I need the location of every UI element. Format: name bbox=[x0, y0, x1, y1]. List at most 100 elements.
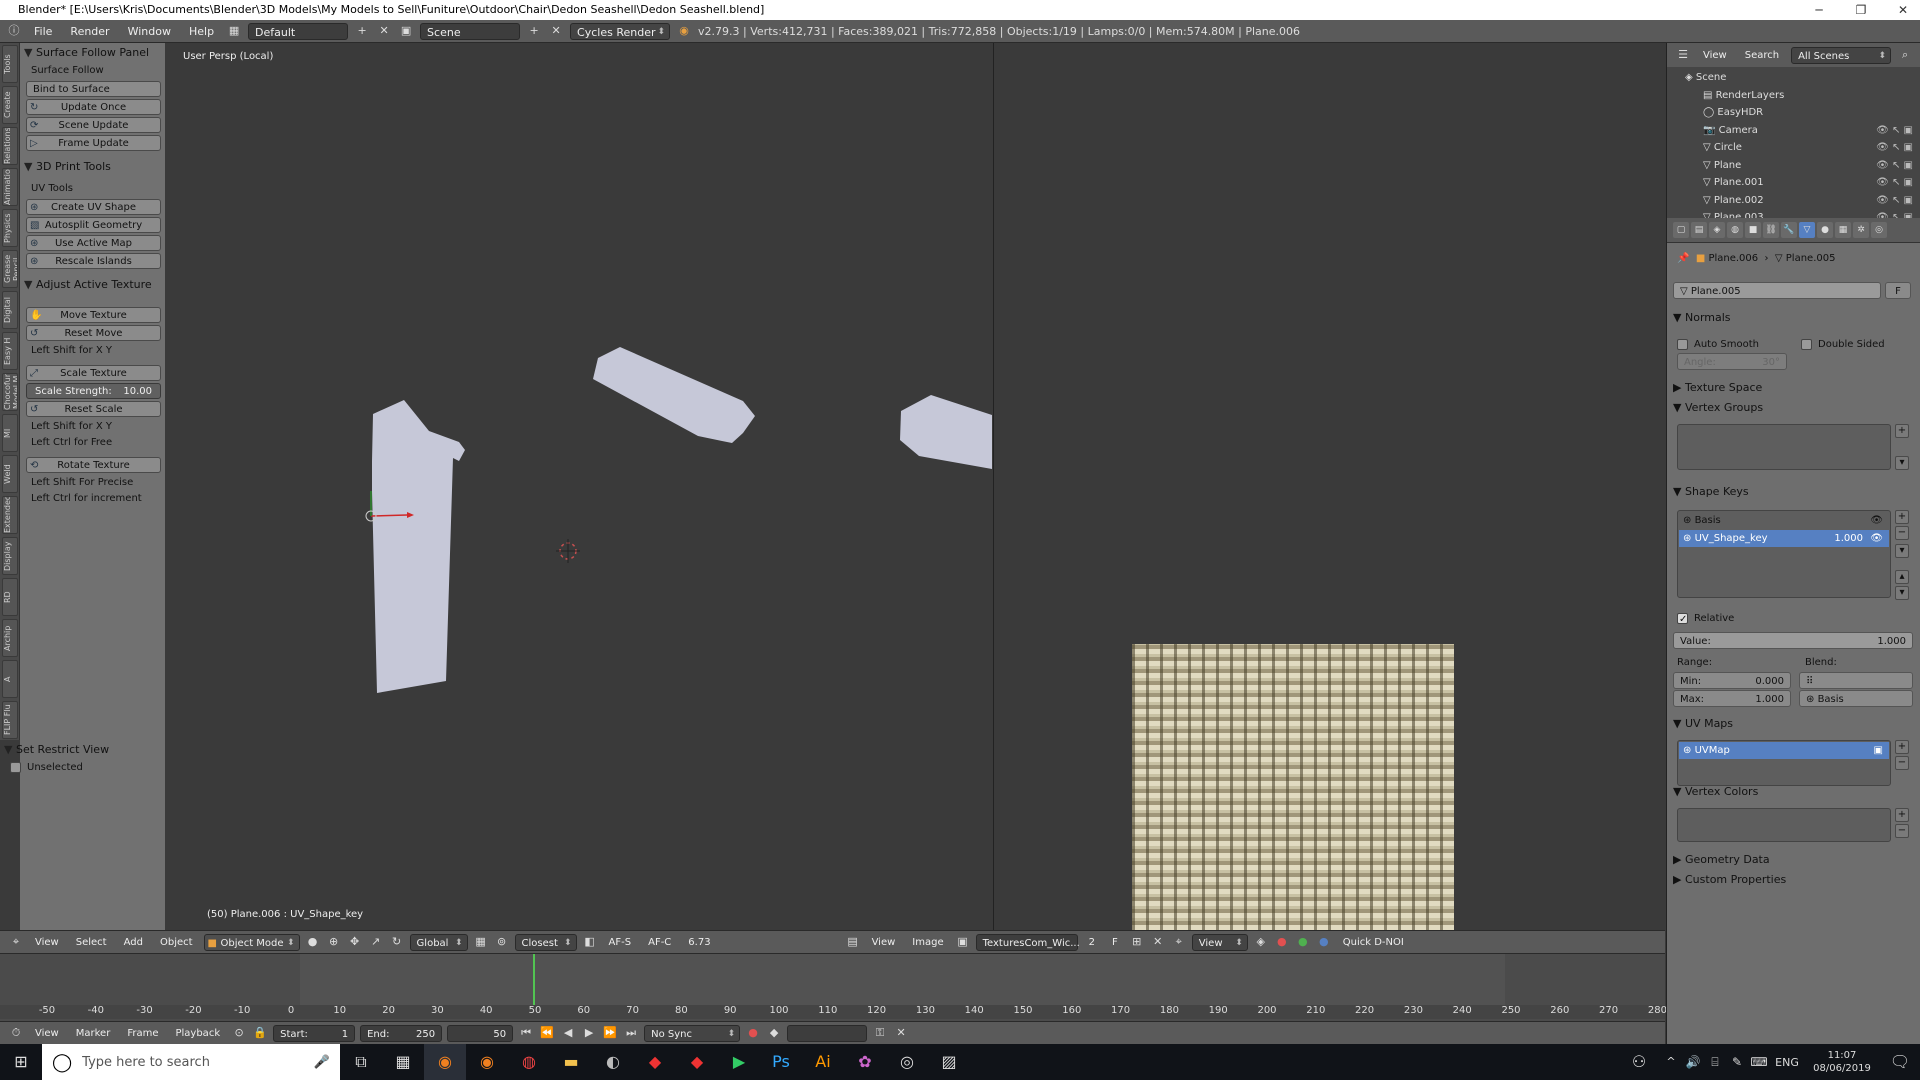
photoshop-app-icon[interactable]: Ps bbox=[760, 1044, 802, 1080]
timeline-menu-view[interactable]: View bbox=[29, 1025, 65, 1042]
breadcrumb-mesh[interactable]: Plane.005 bbox=[1786, 253, 1836, 264]
tab-display[interactable]: Display bbox=[2, 537, 18, 575]
modifiers-tab-icon[interactable]: 🔧 bbox=[1781, 222, 1797, 238]
tab-rd[interactable]: RD bbox=[2, 578, 18, 616]
vertex-groups-header[interactable]: ▼ Vertex Groups bbox=[1673, 400, 1763, 416]
eye-icon[interactable]: 👁 bbox=[1870, 512, 1883, 529]
current-frame-line[interactable] bbox=[533, 954, 535, 1006]
relative-key-field[interactable]: ⊛ Basis bbox=[1799, 690, 1913, 707]
tab-easy-h[interactable]: Easy H bbox=[2, 332, 18, 370]
insert-key-icon[interactable]: ⚿ bbox=[872, 1025, 888, 1041]
tab-flip-flu[interactable]: FLIP Flu bbox=[2, 701, 18, 739]
texture-tab-icon[interactable]: ▦ bbox=[1835, 222, 1851, 238]
view-mode-select[interactable]: View bbox=[1191, 933, 1248, 952]
outliner-menu-view[interactable]: View bbox=[1697, 47, 1733, 64]
keyboard-icon[interactable]: ⌨ bbox=[1748, 1044, 1770, 1080]
file-explorer-app-icon[interactable]: ▬ bbox=[550, 1044, 592, 1080]
image-menu-image[interactable]: Image bbox=[906, 934, 949, 951]
menu-object[interactable]: Object bbox=[154, 934, 199, 951]
render-engine-select[interactable]: Cycles Render bbox=[570, 22, 671, 41]
jump-start-icon[interactable]: ⏮ bbox=[518, 1025, 534, 1041]
visibility-icons[interactable]: 👁 ↖ ▣ bbox=[1876, 192, 1913, 209]
scene-update-button[interactable]: ⟳ Scene Update bbox=[26, 117, 161, 133]
checkbox[interactable] bbox=[10, 761, 21, 773]
layout-grid-icon[interactable]: ▦ bbox=[226, 23, 242, 39]
geometry-data-header[interactable]: ▶ Geometry Data bbox=[1673, 852, 1770, 868]
pin-icon[interactable]: 📌 bbox=[1677, 253, 1689, 264]
rotate-texture-button[interactable]: ⟲ Rotate Texture bbox=[26, 457, 161, 473]
pin-icon[interactable]: ⌖ bbox=[1171, 934, 1187, 950]
translate-icon[interactable]: ↗ bbox=[368, 934, 384, 950]
mode-select[interactable]: ■ Object Mode bbox=[203, 933, 300, 952]
minimize-icon[interactable]: ─ bbox=[1804, 0, 1834, 20]
vertex-group-menu-icon[interactable]: ▾ bbox=[1895, 456, 1909, 470]
image-name-field[interactable]: TexturesCom_Wic... bbox=[975, 933, 1080, 951]
visibility-icons[interactable]: 👁 ↖ ▣ bbox=[1876, 139, 1913, 156]
shape-key-basis[interactable]: ⊛ Basis 👁 bbox=[1679, 512, 1889, 529]
tab-tools[interactable]: Tools bbox=[2, 45, 18, 83]
volume-icon[interactable]: 🔊 bbox=[1682, 1044, 1704, 1080]
layers-icon[interactable]: ▦ bbox=[473, 934, 489, 950]
tab-digital[interactable]: Digital bbox=[2, 291, 18, 329]
reset-move-button[interactable]: ↺ Reset Move bbox=[26, 325, 161, 341]
image-browse-icon[interactable]: ▣ bbox=[955, 934, 971, 950]
search-icon[interactable]: ⌕ bbox=[1897, 47, 1913, 63]
shape-key-menu-icon[interactable]: ▾ bbox=[1895, 544, 1909, 558]
unselected-toggle[interactable]: Unselected bbox=[0, 760, 166, 776]
vertex-groups-list[interactable] bbox=[1677, 424, 1891, 470]
clock[interactable]: 11:07 08/06/2019 bbox=[1804, 1049, 1880, 1075]
material-tab-icon[interactable]: ● bbox=[1817, 222, 1833, 238]
timeline-menu-frame[interactable]: Frame bbox=[121, 1025, 164, 1042]
update-once-button[interactable]: ↻ Update Once bbox=[26, 99, 161, 115]
tab-extended[interactable]: Extended bbox=[2, 496, 18, 534]
print3d-panel-header[interactable]: ▼ 3D Print Tools bbox=[20, 157, 165, 177]
uv-map-item[interactable]: ⊛ UVMap ▣ bbox=[1679, 742, 1889, 759]
autosplit-geometry-button[interactable]: ▧ Autosplit Geometry bbox=[26, 217, 161, 233]
prev-key-icon[interactable]: ⏪ bbox=[539, 1025, 555, 1041]
outliner-item[interactable]: ▽ Plane 👁 ↖ ▣ bbox=[1667, 157, 1920, 174]
taskbar-search[interactable]: ◯ Type here to search 🎤 bbox=[42, 1044, 340, 1080]
reset-scale-button[interactable]: ↺ Reset Scale bbox=[26, 401, 161, 417]
display-mode-select[interactable]: All Scenes bbox=[1791, 46, 1892, 65]
menu-view[interactable]: View bbox=[29, 934, 65, 951]
lock-icon[interactable]: 🔒 bbox=[252, 1025, 268, 1041]
play-store-app-icon[interactable]: ▶ bbox=[718, 1044, 760, 1080]
use-active-map-button[interactable]: ⊛ Use Active Map bbox=[26, 235, 161, 251]
outliner-item[interactable]: ▤ RenderLayers bbox=[1667, 87, 1920, 104]
remove-uv-map-icon[interactable]: − bbox=[1895, 756, 1909, 770]
channel-green-icon[interactable]: ● bbox=[1295, 934, 1311, 950]
add-scene-icon[interactable]: + bbox=[526, 23, 542, 39]
app-icon-6[interactable]: ◐ bbox=[592, 1044, 634, 1080]
app-icon-8[interactable]: ◆ bbox=[676, 1044, 718, 1080]
fake-user-toggle[interactable]: F bbox=[1885, 282, 1911, 299]
scene-icon[interactable]: ▣ bbox=[398, 23, 414, 39]
pen-icon[interactable]: ✎ bbox=[1726, 1044, 1748, 1080]
scene-field[interactable]: Scene bbox=[420, 22, 521, 40]
image-menu-view[interactable]: View bbox=[866, 934, 902, 951]
move-down-icon[interactable]: ▾ bbox=[1895, 586, 1909, 600]
close-image-icon[interactable]: ✕ bbox=[1150, 934, 1166, 950]
fake-user-button[interactable]: F bbox=[1106, 934, 1124, 951]
new-image-icon[interactable]: ⊞ bbox=[1129, 934, 1145, 950]
outliner-item[interactable]: ▽ Plane.001 👁 ↖ ▣ bbox=[1667, 174, 1920, 191]
shape-value-field[interactable]: Value: 1.000 bbox=[1673, 632, 1913, 649]
menu-file[interactable]: File bbox=[28, 23, 58, 40]
microphone-icon[interactable]: 🎤 bbox=[314, 1055, 330, 1070]
outliner-item[interactable]: ▽ Circle 👁 ↖ ▣ bbox=[1667, 139, 1920, 156]
next-key-icon[interactable]: ⏩ bbox=[602, 1025, 618, 1041]
jump-end-icon[interactable]: ⏭ bbox=[623, 1025, 639, 1041]
illustrator-app-icon[interactable]: Ai bbox=[802, 1044, 844, 1080]
outliner-editor-icon[interactable]: ☰ bbox=[1675, 47, 1691, 63]
keying-set-icon[interactable]: ◆ bbox=[766, 1025, 782, 1041]
adjust-texture-panel-header[interactable]: ▼ Adjust Active Texture bbox=[20, 275, 165, 295]
world-tab-icon[interactable]: ◍ bbox=[1727, 222, 1743, 238]
timeline-menu-playback[interactable]: Playback bbox=[169, 1025, 226, 1042]
timeline-menu-marker[interactable]: Marker bbox=[70, 1025, 117, 1042]
snap-target-select[interactable]: Closest bbox=[514, 933, 577, 952]
uv-maps-header[interactable]: ▼ UV Maps bbox=[1673, 716, 1733, 732]
normals-header[interactable]: ▼ Normals bbox=[1673, 310, 1731, 326]
3d-viewport[interactable]: User Persp (Local) (50) Plane.006 : UV_S… bbox=[167, 43, 992, 930]
menu-add[interactable]: Add bbox=[118, 934, 149, 951]
photos-app-icon[interactable]: ▨ bbox=[928, 1044, 970, 1080]
render-tab-icon[interactable]: ▢ bbox=[1673, 222, 1689, 238]
